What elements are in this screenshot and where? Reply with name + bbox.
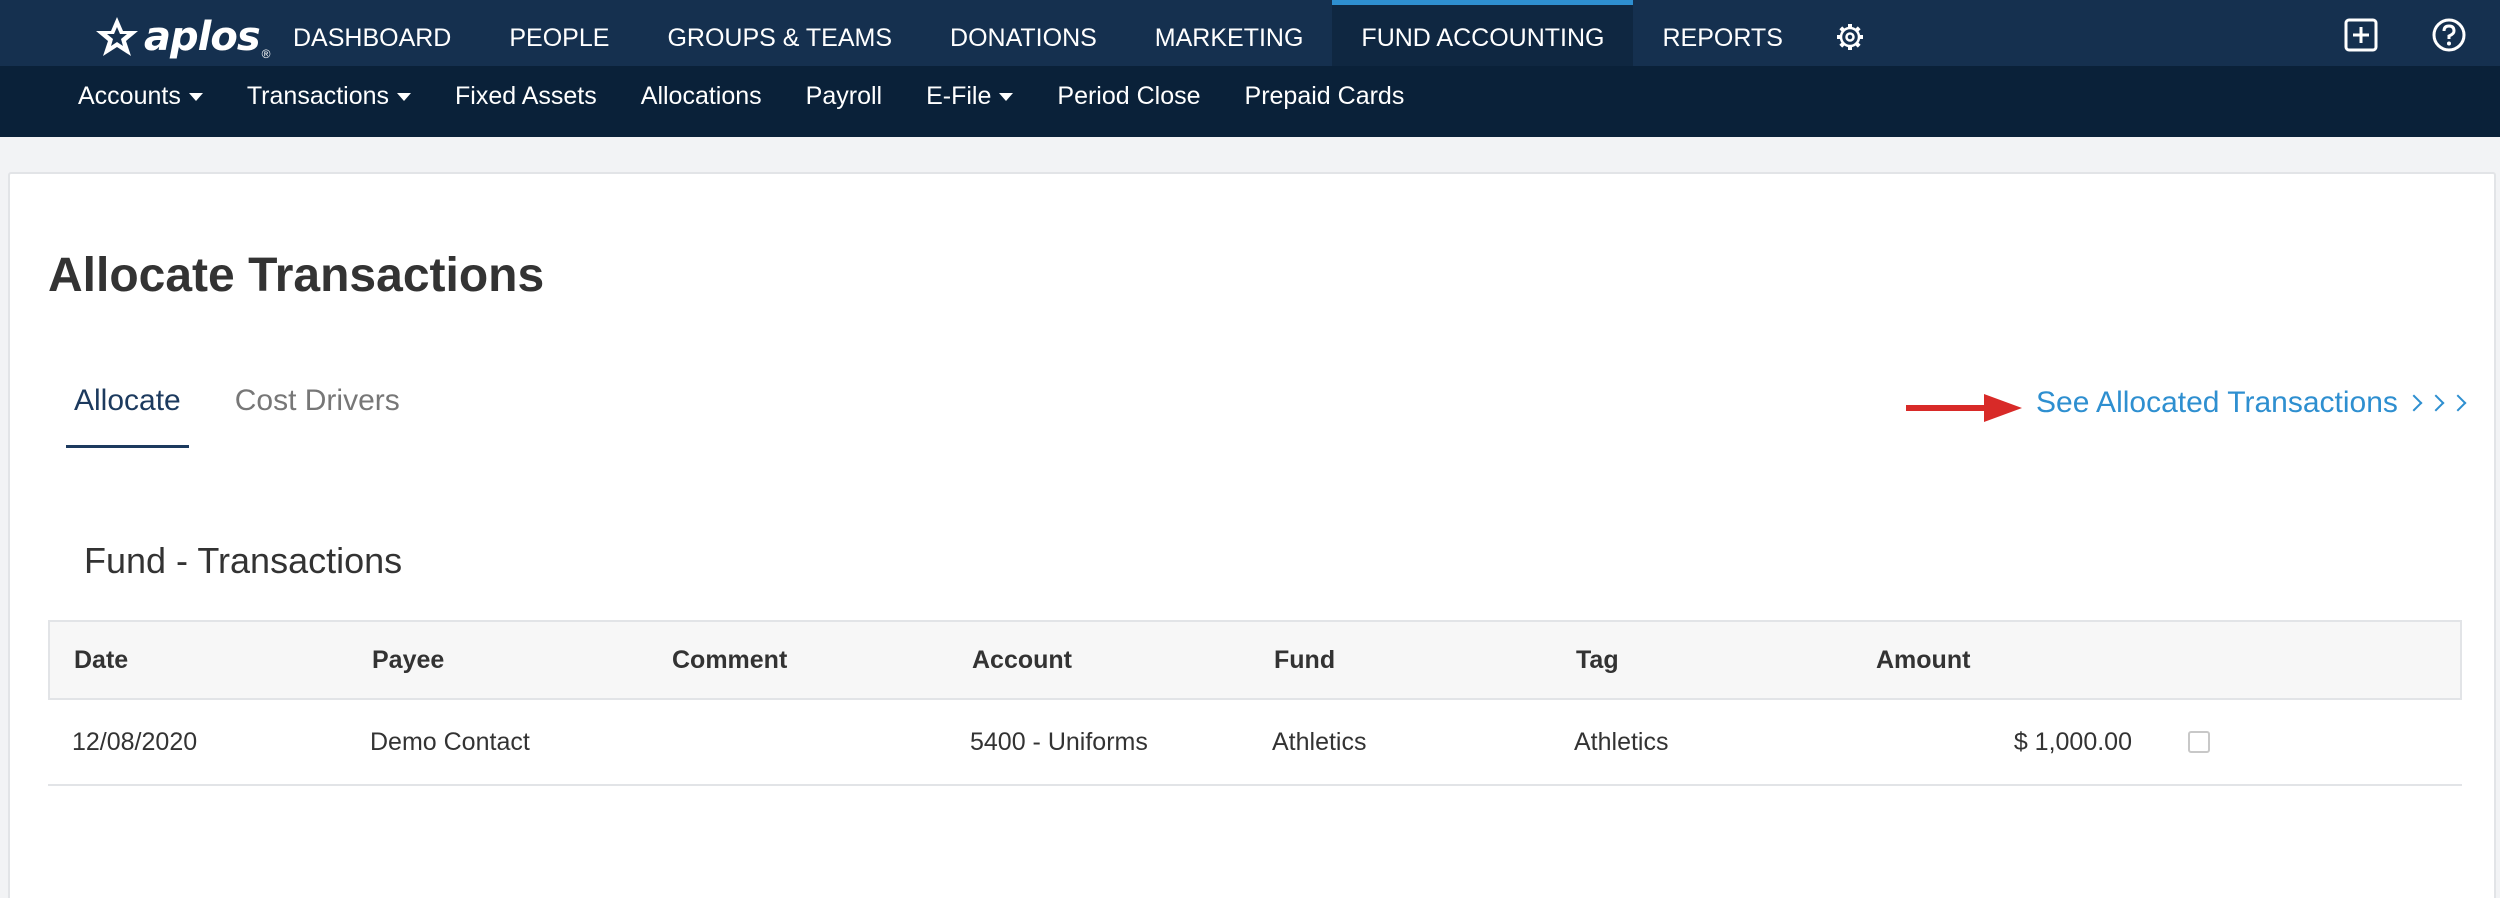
see-allocated-label: See Allocated Transactions [2036,386,2398,419]
nav-groups-teams[interactable]: GROUPS & TEAMS [638,0,921,66]
nav-donations[interactable]: DONATIONS [921,0,1126,66]
caret-down-icon [397,92,412,101]
subnav-e-file-label: E-File [926,82,992,110]
brand-name: aplos [144,14,261,60]
tab-cost-drivers[interactable]: Cost Drivers [227,384,408,448]
section-title: Fund - Transactions [84,540,403,581]
nav-people[interactable]: PEOPLE [480,0,638,66]
subnav-transactions[interactable]: Transactions [225,66,433,137]
settings-button[interactable] [1812,0,1888,66]
nav-marketing[interactable]: MARKETING [1126,0,1333,66]
cell-payee: Demo Contact [370,727,530,756]
top-nav-bar: aplos ® DASHBOARD PEOPLE GROUPS & TEAMS … [0,0,2500,66]
subnav-transactions-label: Transactions [246,82,390,110]
row-select-checkbox[interactable] [2188,731,2210,753]
fund-accounting-subnav: Accounts Transactions Fixed Assets Alloc… [56,66,1426,137]
see-allocated-transactions-link[interactable]: See Allocated Transactions [2036,386,2467,420]
subnav-accounts[interactable]: Accounts [56,66,225,137]
chevron-right-icon [2427,394,2445,412]
chevron-right-icon [2449,394,2467,412]
cell-fund: Athletics [1272,727,1367,756]
chevron-right-icon [2405,394,2423,412]
subnav-allocations[interactable]: Allocations [619,66,784,137]
page-title: Allocate Transactions [48,249,545,302]
transactions-table: Date Payee Comment Account Fund Tag Amou… [48,620,2462,786]
nav-dashboard[interactable]: DASHBOARD [264,0,480,66]
subnav-accounts-label: Accounts [78,82,181,110]
table-row[interactable]: 12/08/2020 Demo Contact 5400 - Uniforms … [48,700,2462,786]
subnav-fixed-assets[interactable]: Fixed Assets [433,66,619,137]
subnav-payroll[interactable]: Payroll [784,66,904,137]
cell-account: 5400 - Uniforms [970,727,1148,756]
cell-tag: Athletics [1574,727,1669,756]
cell-amount: $ 1,000.00 [2013,727,2132,756]
header-fund[interactable]: Fund [1274,646,1335,675]
aplos-logo[interactable]: aplos ® [92,14,270,61]
header-account[interactable]: Account [972,646,1072,675]
subnav-period-close[interactable]: Period Close [1035,66,1222,137]
subnav-e-file[interactable]: E-File [904,66,1035,137]
table-header: Date Payee Comment Account Fund Tag Amou… [48,620,2462,700]
caret-down-icon [999,92,1014,101]
nav-reports[interactable]: REPORTS [1633,0,1811,66]
plus-square-icon[interactable] [2342,16,2380,54]
header-amount[interactable]: Amount [1876,646,1970,675]
header-tag[interactable]: Tag [1576,646,1619,675]
nav-fund-accounting[interactable]: FUND ACCOUNTING [1332,0,1634,66]
aplos-star-icon [96,17,138,56]
tab-allocate[interactable]: Allocate [66,384,189,448]
red-arrow-annotation [1906,394,2022,422]
allocate-tabs: Allocate Cost Drivers [66,384,446,448]
gear-icon [1836,24,1863,50]
header-comment[interactable]: Comment [672,646,787,675]
header-date[interactable]: Date [74,646,128,675]
sub-nav-bar: Accounts Transactions Fixed Assets Alloc… [0,66,2500,137]
cell-date: 12/08/2020 [72,727,198,756]
caret-down-icon [188,92,203,101]
header-payee[interactable]: Payee [372,646,444,675]
primary-nav: DASHBOARD PEOPLE GROUPS & TEAMS DONATION… [264,0,1888,66]
subnav-prepaid-cards[interactable]: Prepaid Cards [1223,66,1427,137]
help-icon[interactable] [2430,16,2468,54]
main-card: Allocate Transactions Allocate Cost Driv… [8,172,2496,898]
